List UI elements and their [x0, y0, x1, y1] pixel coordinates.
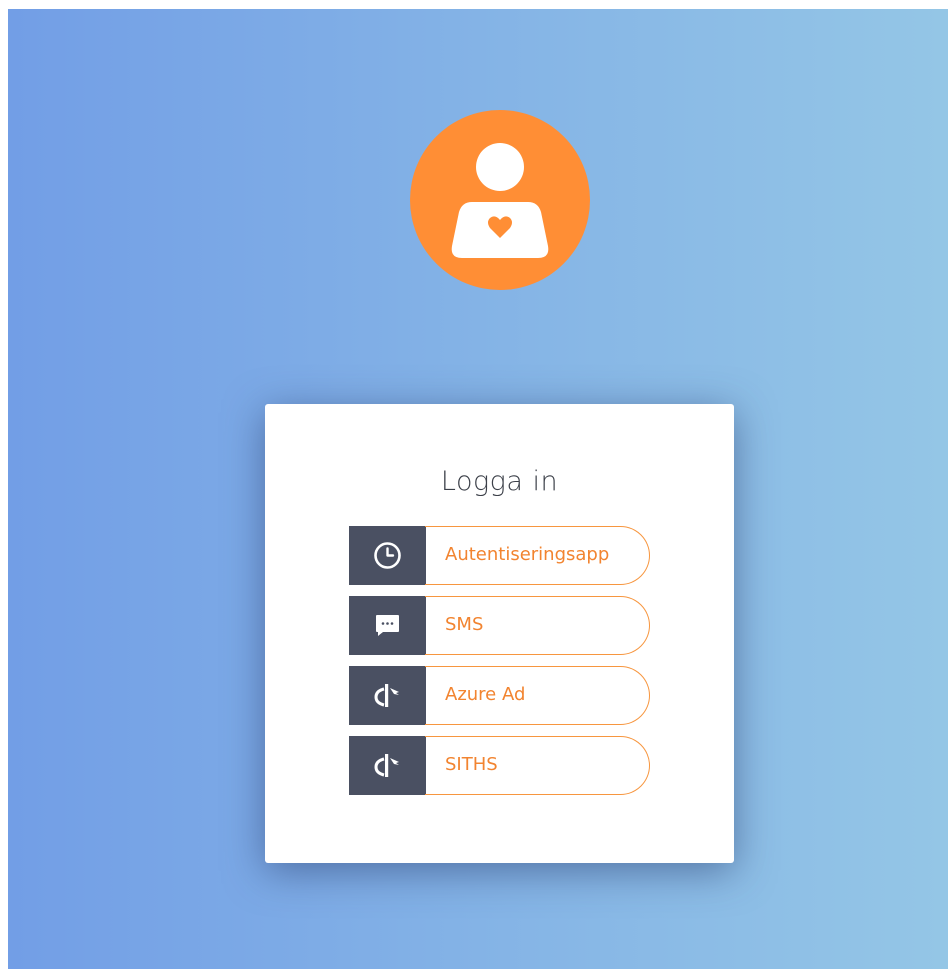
openid-icon — [374, 754, 399, 777]
method-label-box: SITHS — [425, 736, 650, 795]
login-method-authenticator-app[interactable]: Autentiseringsapp — [349, 526, 650, 585]
person-heart-icon — [451, 143, 549, 258]
login-card: Logga in Autentiseringsapp SMS Azure Ad … — [265, 404, 734, 863]
method-label: Azure Ad — [445, 684, 526, 705]
method-label-box: Azure Ad — [425, 666, 650, 725]
login-method-siths[interactable]: SITHS — [349, 736, 650, 795]
openid-icon — [374, 684, 399, 707]
method-icon-box — [349, 596, 426, 655]
method-label-box: SMS — [425, 596, 650, 655]
method-label: SITHS — [445, 754, 498, 775]
login-title: Logga in — [440, 466, 559, 497]
method-icon-box — [349, 526, 426, 585]
method-label-box: Autentiseringsapp — [425, 526, 650, 585]
method-icon-box — [349, 736, 426, 795]
method-label: SMS — [445, 614, 484, 635]
method-label: Autentiseringsapp — [445, 544, 610, 565]
sms-chat-icon — [376, 615, 399, 636]
login-method-sms[interactable]: SMS — [349, 596, 650, 655]
page-background: Logga in Autentiseringsapp SMS Azure Ad … — [8, 9, 948, 969]
method-icon-box — [349, 666, 426, 725]
app-logo — [410, 110, 590, 290]
login-method-azure-ad[interactable]: Azure Ad — [349, 666, 650, 725]
clock-icon — [374, 542, 401, 569]
